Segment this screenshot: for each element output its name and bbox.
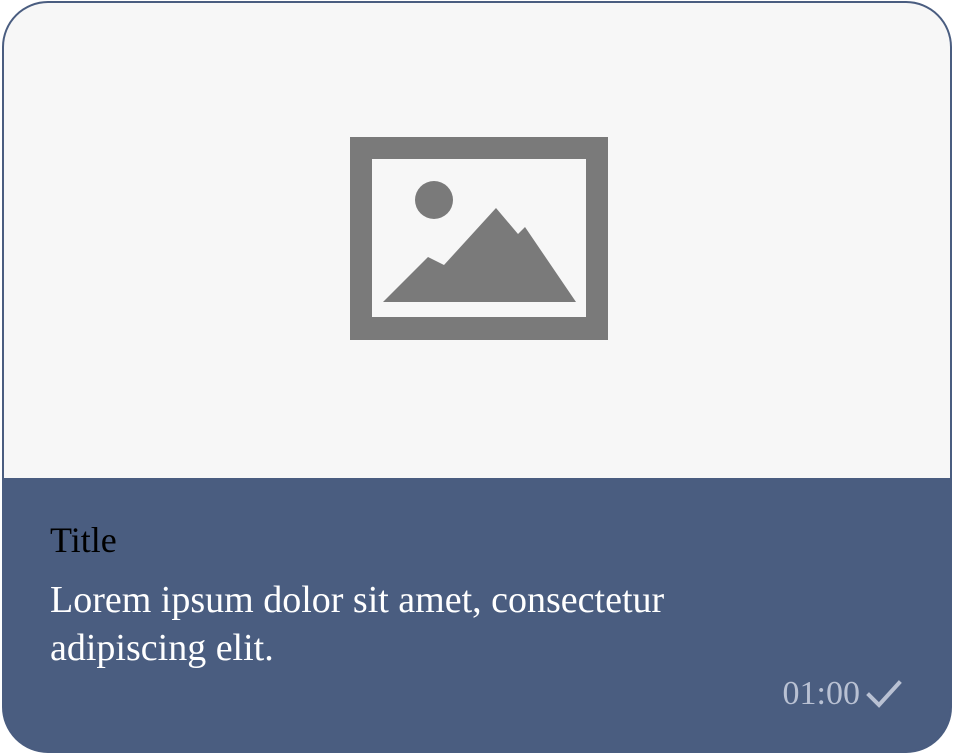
card-media [4,3,950,478]
card-description: Lorem ipsum dolor sit amet, consectetur … [50,579,665,669]
card-title: Title [50,520,117,560]
timestamp: 01:00 [782,675,860,712]
image-placeholder-icon [350,137,608,340]
card-body: Title Lorem ipsum dolor sit amet, consec… [4,478,950,751]
card-meta: 01:00 [783,674,902,714]
message-card[interactable]: Title Lorem ipsum dolor sit amet, consec… [2,1,952,753]
checkmark-icon [866,680,902,708]
